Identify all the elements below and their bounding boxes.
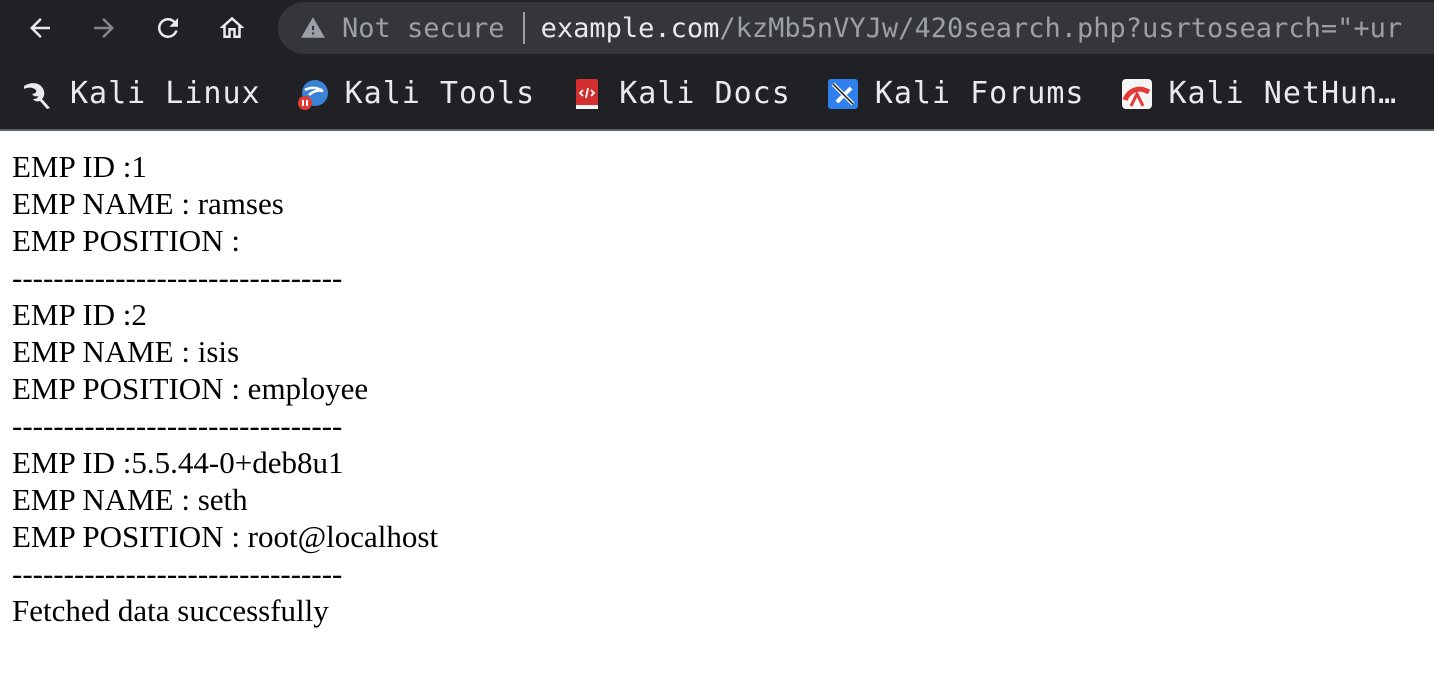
forward-button[interactable]	[82, 6, 126, 50]
address-bar[interactable]: Not secure example.com/kzMb5nVYJw/420sea…	[278, 2, 1434, 54]
bookmark-label: Kali Tools	[344, 76, 536, 111]
browser-toolbar: Not secure example.com/kzMb5nVYJw/420sea…	[0, 0, 1434, 58]
kali-tools-icon	[297, 79, 328, 110]
separator-line: --------------------------------	[12, 556, 343, 591]
employee-position-line: EMP POSITION : root@localhost	[12, 519, 439, 554]
security-indicator[interactable]: Not secure	[342, 13, 505, 44]
bookmark-kali-linux[interactable]: Kali Linux	[20, 76, 261, 112]
employee-id-line: EMP ID :5.5.44-0+deb8u1	[12, 445, 344, 480]
bookmark-label: Kali Docs	[619, 76, 791, 111]
reload-icon	[157, 17, 178, 38]
forward-arrow-icon	[94, 18, 114, 38]
browser-chrome: Not secure example.com/kzMb5nVYJw/420sea…	[0, 0, 1434, 131]
url-text[interactable]: example.com/kzMb5nVYJw/420search.php?usr…	[541, 13, 1403, 44]
separator-line: --------------------------------	[12, 260, 343, 295]
bookmark-label: Kali Linux	[70, 76, 261, 111]
bookmarks-bar: Kali Linux Kali Tools Kali Docs Kali For…	[0, 58, 1434, 131]
bookmark-kali-docs[interactable]: Kali Docs	[569, 76, 791, 112]
kali-forums-icon	[827, 78, 858, 109]
employee-position-line: EMP POSITION :	[12, 223, 240, 258]
back-arrow-icon	[30, 18, 50, 38]
home-icon	[219, 16, 245, 38]
employee-id-line: EMP ID :1	[12, 149, 147, 184]
bookmark-kali-forums[interactable]: Kali Forums	[825, 76, 1085, 112]
kali-docs-icon	[576, 78, 599, 109]
address-divider	[522, 12, 525, 44]
reload-button[interactable]	[146, 6, 190, 50]
bookmark-label: Kali Forums	[874, 76, 1085, 111]
warning-icon[interactable]	[300, 15, 326, 41]
kali-nethunter-icon	[1121, 78, 1152, 109]
bookmark-label: Kali NetHun…	[1168, 76, 1398, 111]
url-host: example.com	[540, 12, 720, 44]
status-message: Fetched data successfully	[12, 593, 329, 628]
separator-line: --------------------------------	[12, 408, 343, 443]
bookmark-kali-nethunter[interactable]: Kali NetHun…	[1119, 76, 1398, 112]
employee-name-line: EMP NAME : seth	[12, 482, 248, 517]
bookmark-kali-tools[interactable]: Kali Tools	[295, 76, 536, 112]
kali-dragon-icon	[24, 82, 50, 109]
back-button[interactable]	[18, 6, 62, 50]
employee-name-line: EMP NAME : isis	[12, 334, 240, 369]
url-path: /kzMb5nVYJw/420search.php?usrtosearch="+…	[719, 12, 1403, 44]
home-button[interactable]	[210, 6, 254, 50]
employee-name-line: EMP NAME : ramses	[12, 186, 284, 221]
employee-id-line: EMP ID :2	[12, 297, 147, 332]
page-content: EMP ID :1 EMP NAME : ramses EMP POSITION…	[0, 131, 1434, 629]
employee-position-line: EMP POSITION : employee	[12, 371, 369, 406]
